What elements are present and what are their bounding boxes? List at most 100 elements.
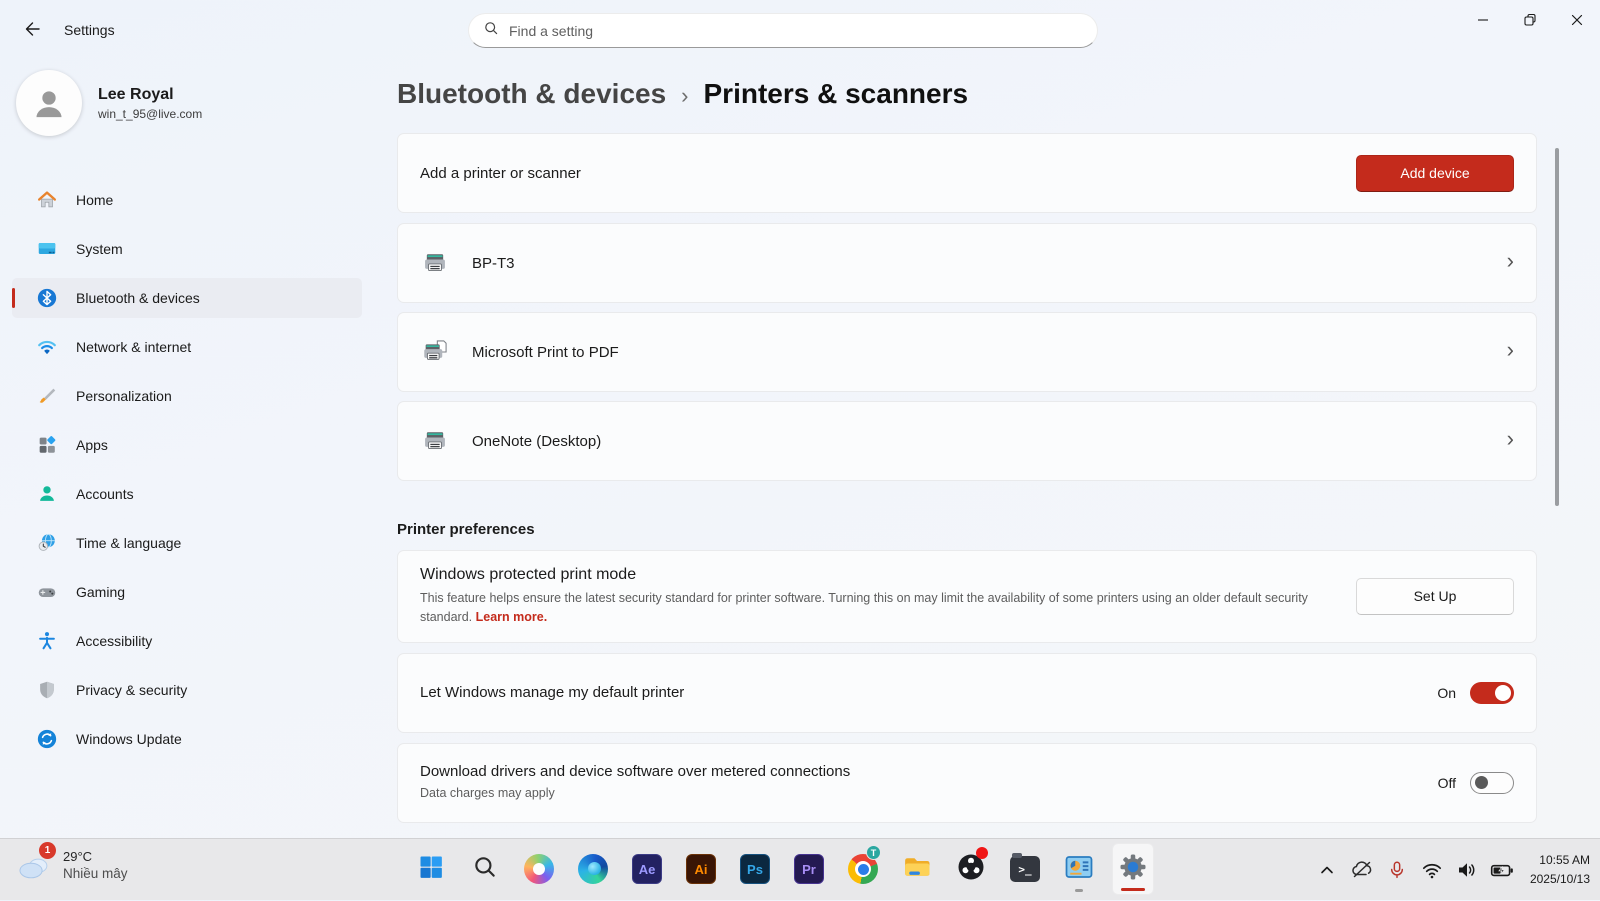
copilot-button[interactable]: [518, 843, 560, 895]
settings-taskbar-button[interactable]: [1112, 843, 1154, 895]
sidebar-item-label: System: [76, 241, 123, 257]
sidebar-item-accessibility[interactable]: Accessibility: [12, 621, 362, 661]
file-explorer-button[interactable]: [896, 843, 938, 895]
obs-button[interactable]: [950, 843, 992, 895]
weather-temperature: 29°C: [63, 849, 128, 864]
after-effects-button[interactable]: Ae: [626, 843, 668, 895]
page-title: Printers & scanners: [704, 78, 969, 110]
active-app-indicator: [1121, 888, 1145, 891]
open-app-indicator: [1075, 889, 1083, 892]
printer-name: BP-T3: [472, 255, 515, 272]
update-icon: [36, 728, 58, 750]
set-up-button[interactable]: Set Up: [1356, 578, 1514, 615]
metered-toggle[interactable]: [1470, 772, 1514, 794]
illustrator-button[interactable]: Ai: [680, 843, 722, 895]
sidebar-item-time-language[interactable]: Time & language: [12, 523, 362, 563]
section-title-printer-preferences: Printer preferences: [397, 521, 1537, 538]
battery-charging-icon[interactable]: [1489, 857, 1515, 883]
selected-indicator: [12, 288, 15, 308]
photoshop-button[interactable]: Ps: [734, 843, 776, 895]
default-printer-toggle[interactable]: [1470, 682, 1514, 704]
profile-name: Lee Royal: [98, 86, 202, 104]
gear-icon: [1118, 852, 1148, 887]
sidebar-item-bluetooth-devices[interactable]: Bluetooth & devices: [12, 278, 362, 318]
learn-more-link[interactable]: Learn more.: [476, 610, 548, 624]
protected-print-description-text: This feature helps ensure the latest sec…: [420, 591, 1308, 624]
premiere-icon: Pr: [794, 854, 824, 884]
sidebar-item-label: Windows Update: [76, 731, 182, 747]
taskbar-search-button[interactable]: [464, 843, 506, 895]
sidebar-item-windows-update[interactable]: Windows Update: [12, 719, 362, 759]
scrollbar[interactable]: [1555, 148, 1559, 506]
sidebar-item-label: Personalization: [76, 388, 172, 404]
chrome-button[interactable]: T: [842, 843, 884, 895]
protected-print-mode-row: Windows protected print mode This featur…: [397, 550, 1537, 643]
sidebar-item-system[interactable]: System: [12, 229, 362, 269]
sidebar-item-accounts[interactable]: Accounts: [12, 474, 362, 514]
minimize-button[interactable]: [1459, 0, 1506, 40]
system-monitor-button[interactable]: [1058, 843, 1100, 895]
back-arrow-icon: [22, 19, 42, 42]
microphone-icon[interactable]: [1384, 857, 1410, 883]
sidebar-item-label: Accounts: [76, 486, 134, 502]
globe-clock-icon: [36, 532, 58, 554]
edge-button[interactable]: [572, 843, 614, 895]
printer-name: OneNote (Desktop): [472, 433, 601, 450]
clock-date: 2025/10/13: [1530, 870, 1590, 889]
search-input[interactable]: [507, 22, 1083, 40]
printer-row-onenote[interactable]: OneNote (Desktop) ›: [397, 401, 1537, 481]
sidebar-item-label: Bluetooth & devices: [76, 290, 200, 306]
file-explorer-icon: [902, 852, 932, 887]
obs-recording-badge: [976, 847, 988, 859]
premiere-button[interactable]: Pr: [788, 843, 830, 895]
search-box[interactable]: [468, 13, 1098, 48]
sidebar-item-personalization[interactable]: Personalization: [12, 376, 362, 416]
metered-label: Download drivers and device software ove…: [420, 763, 850, 780]
weather-widget[interactable]: 1 29°C Nhiều mây: [8, 844, 136, 886]
system-icon: [36, 238, 58, 260]
terminal-button[interactable]: >_: [1004, 843, 1046, 895]
printer-row-bp-t3[interactable]: BP-T3 ›: [397, 223, 1537, 303]
maximize-restore-button[interactable]: [1506, 0, 1553, 40]
notification-badge: 1: [39, 842, 56, 859]
app-title: Settings: [64, 22, 115, 38]
avatar: [16, 70, 82, 136]
terminal-icon: >_: [1010, 856, 1040, 882]
wifi-icon[interactable]: [1419, 857, 1445, 883]
sidebar-item-label: Accessibility: [76, 633, 152, 649]
tray-chevron-up-icon[interactable]: [1314, 857, 1340, 883]
apps-icon: [36, 434, 58, 456]
sidebar-item-privacy-security[interactable]: Privacy & security: [12, 670, 362, 710]
cloud-offline-icon[interactable]: [1349, 857, 1375, 883]
copilot-icon: [524, 854, 554, 884]
sidebar-item-apps[interactable]: Apps: [12, 425, 362, 465]
profile-email: win_t_95@live.com: [98, 107, 202, 121]
system-tray: 10:55 AM 2025/10/13: [1314, 839, 1590, 901]
back-button[interactable]: [14, 14, 50, 46]
system-monitor-icon: [1064, 852, 1094, 887]
breadcrumb-parent[interactable]: Bluetooth & devices: [397, 78, 666, 110]
user-profile[interactable]: Lee Royal win_t_95@live.com: [16, 70, 202, 136]
sidebar-item-label: Time & language: [76, 535, 181, 551]
printer-row-print-to-pdf[interactable]: Microsoft Print to PDF ›: [397, 312, 1537, 392]
close-button[interactable]: [1553, 0, 1600, 40]
clock-time: 10:55 AM: [1530, 851, 1590, 870]
default-printer-label: Let Windows manage my default printer: [420, 684, 684, 701]
add-device-button[interactable]: Add device: [1356, 155, 1514, 192]
clock[interactable]: 10:55 AM 2025/10/13: [1530, 851, 1590, 888]
protected-print-title: Windows protected print mode: [420, 566, 1356, 584]
volume-icon[interactable]: [1454, 857, 1480, 883]
sidebar-item-home[interactable]: Home: [12, 180, 362, 220]
search-icon: [472, 854, 498, 885]
settings-window: Settings Lee Royal win_t_95@live.com: [0, 0, 1600, 900]
bluetooth-icon: [36, 287, 58, 309]
sidebar-item-gaming[interactable]: Gaming: [12, 572, 362, 612]
sidebar-item-network-internet[interactable]: Network & internet: [12, 327, 362, 367]
chevron-right-icon: ›: [1507, 250, 1514, 276]
toggle-state-label: Off: [1438, 775, 1456, 791]
sidebar-item-label: Home: [76, 192, 113, 208]
window-controls: [1459, 0, 1600, 40]
start-button[interactable]: [410, 843, 452, 895]
sidebar-item-label: Gaming: [76, 584, 125, 600]
sidebar-item-label: Apps: [76, 437, 108, 453]
